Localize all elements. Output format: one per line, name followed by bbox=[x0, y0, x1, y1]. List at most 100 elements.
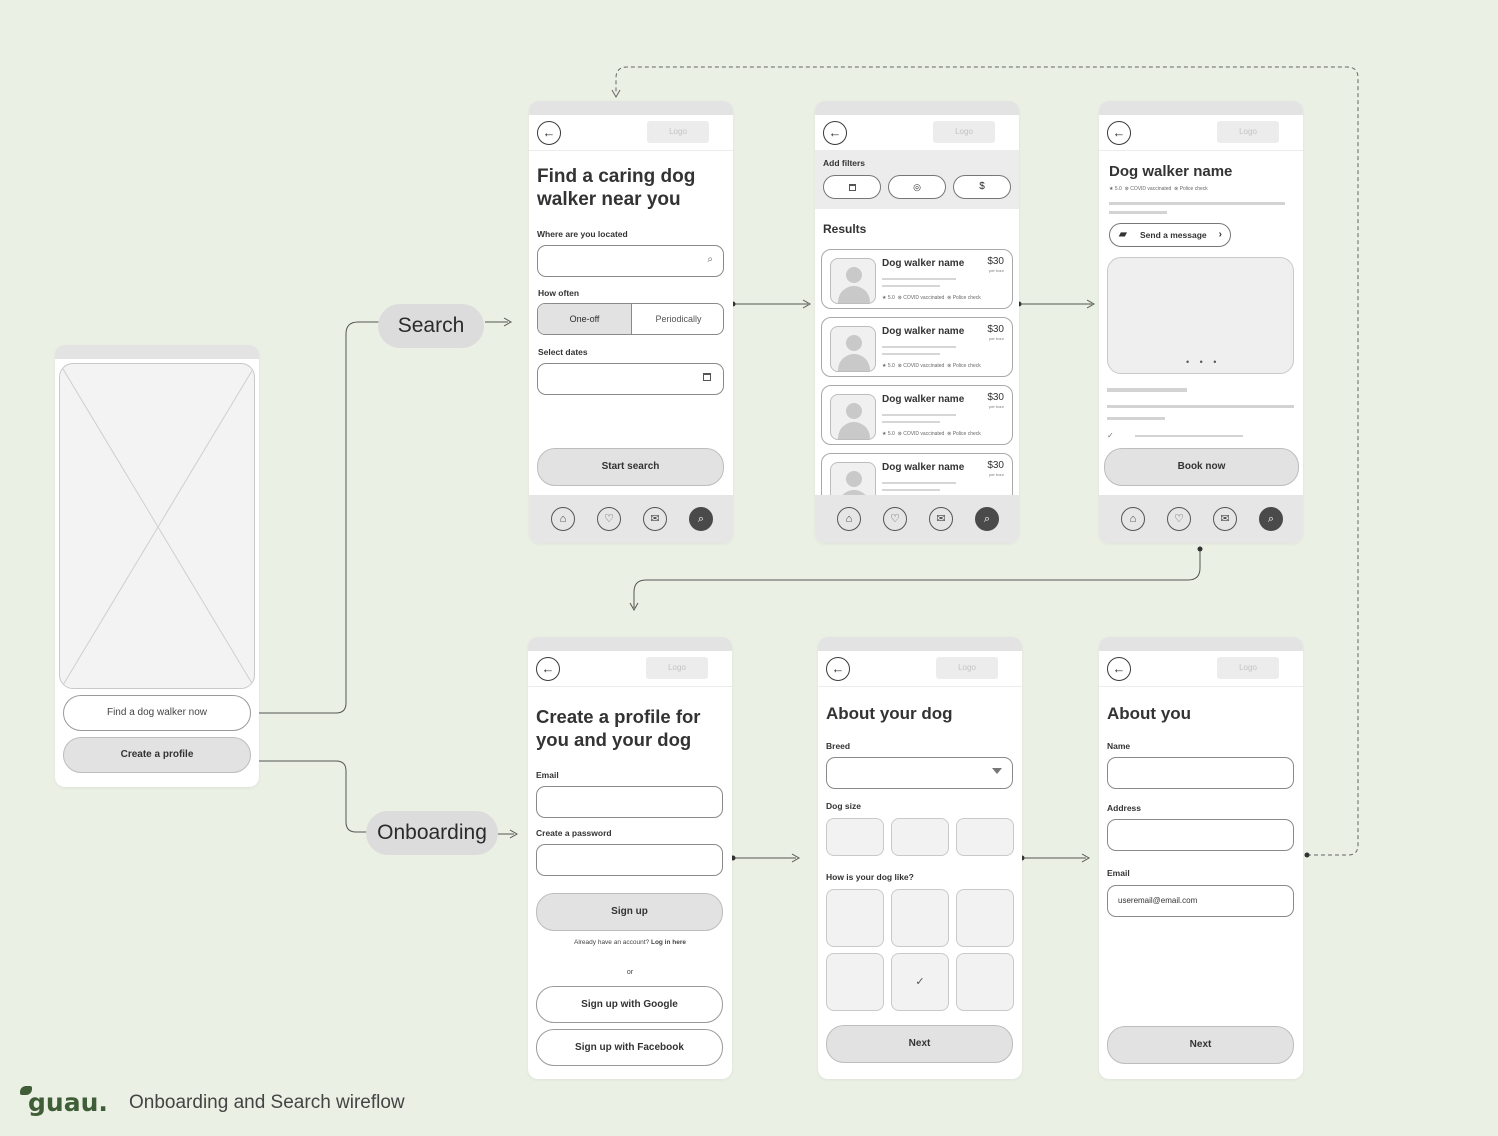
dates-input[interactable] bbox=[537, 363, 724, 395]
facebook-signup-button[interactable]: Sign up with Facebook bbox=[536, 1029, 723, 1066]
back-arrow-icon[interactable]: ← bbox=[823, 121, 847, 145]
size-label: Dog size bbox=[826, 801, 861, 811]
text-placeholder bbox=[882, 285, 940, 287]
covid-badge: COVID vaccinated bbox=[903, 431, 945, 437]
status-bar bbox=[1099, 101, 1303, 115]
trait-option[interactable] bbox=[956, 889, 1014, 947]
location-input[interactable]: ⌕ bbox=[537, 245, 724, 277]
back-arrow-icon[interactable]: ← bbox=[826, 657, 850, 681]
covid-badge: COVID vaccinated bbox=[1130, 186, 1172, 192]
trait-option[interactable] bbox=[826, 953, 884, 1011]
date-filter[interactable] bbox=[823, 175, 881, 199]
police-badge: Police check bbox=[952, 431, 981, 437]
photo-gallery[interactable]: • • • bbox=[1107, 257, 1294, 374]
home-icon[interactable]: ⌂ bbox=[1121, 507, 1145, 531]
check-icon: ✓ bbox=[1107, 431, 1114, 440]
price-unit: per hour bbox=[989, 268, 1004, 273]
text-placeholder bbox=[882, 489, 940, 491]
search-screen: ← Logo Find a caring dog walker near you … bbox=[529, 101, 733, 543]
chat-icon[interactable]: ✉ bbox=[1213, 507, 1237, 531]
walker-meta: ★ 5.0 ⊗ COVID vaccinated ⊗ Police check bbox=[882, 363, 981, 369]
heart-icon[interactable]: ♡ bbox=[1167, 507, 1191, 531]
find-walker-button[interactable]: Find a dog walker now bbox=[63, 695, 251, 731]
password-field[interactable] bbox=[536, 844, 723, 876]
logo: Logo bbox=[647, 121, 709, 143]
search-nav-icon[interactable]: ⌕ bbox=[975, 507, 999, 531]
chat-icon[interactable]: ✉ bbox=[929, 507, 953, 531]
segment-oneoff[interactable]: One-off bbox=[538, 304, 632, 334]
walker-card[interactable]: Dog walker name$30per hour★ 5.0 ⊗ COVID … bbox=[821, 249, 1013, 309]
about-dog-screen: ← Logo About your dog Breed Dog size How… bbox=[818, 637, 1022, 1079]
size-option-large[interactable] bbox=[956, 818, 1014, 856]
about-you-screen: ← Logo About you Name Address Email user… bbox=[1099, 637, 1303, 1079]
frequency-segmented-control: One-off Periodically bbox=[537, 303, 724, 335]
walker-name: Dog walker name bbox=[882, 462, 965, 473]
trait-option-selected[interactable]: ✓ bbox=[891, 953, 949, 1011]
back-arrow-icon[interactable]: ← bbox=[1107, 121, 1131, 145]
image-placeholder bbox=[59, 363, 255, 689]
create-profile-button[interactable]: Create a profile bbox=[63, 737, 251, 773]
police-icon: ⊗ bbox=[947, 295, 952, 301]
send-message-button[interactable]: ▰ Send a message › bbox=[1109, 223, 1231, 247]
rating: 5.0 bbox=[887, 431, 895, 437]
trait-option[interactable] bbox=[956, 953, 1014, 1011]
star-icon: ★ bbox=[882, 295, 887, 301]
signup-screen: ← Logo Create a profile for you and your … bbox=[528, 637, 732, 1079]
vaccine-icon: ⊗ bbox=[1124, 186, 1129, 192]
rating: 5.0 bbox=[887, 295, 895, 301]
home-icon[interactable]: ⌂ bbox=[551, 507, 575, 531]
police-icon: ⊗ bbox=[947, 363, 952, 369]
location-filter[interactable]: ◎ bbox=[888, 175, 946, 199]
star-icon: ★ bbox=[1109, 186, 1114, 192]
search-nav-icon[interactable]: ⌕ bbox=[689, 507, 713, 531]
walker-card[interactable]: Dog walker name$30per hour★ 5.0 ⊗ COVID … bbox=[821, 317, 1013, 377]
email-field[interactable]: useremail@email.com bbox=[1107, 885, 1294, 917]
walker-card[interactable]: Dog walker name$30per hour★ 5.0 ⊗ COVID … bbox=[821, 385, 1013, 445]
login-link[interactable]: Log in here bbox=[651, 939, 686, 946]
size-option-medium[interactable] bbox=[891, 818, 949, 856]
segment-periodically[interactable]: Periodically bbox=[632, 304, 723, 334]
check-icon: ✓ bbox=[915, 976, 925, 988]
price-filter[interactable]: $ bbox=[953, 175, 1011, 199]
text-placeholder bbox=[882, 421, 940, 423]
back-arrow-icon[interactable]: ← bbox=[536, 657, 560, 681]
walker-card[interactable]: Dog walker name$30per hour★ 5.0 ⊗ COVID … bbox=[821, 453, 1013, 495]
email-field[interactable] bbox=[536, 786, 723, 818]
title-line-1: Create a profile for bbox=[536, 706, 701, 727]
text-placeholder bbox=[1107, 405, 1294, 408]
bottom-nav: ⌂ ♡ ✉ ⌕ bbox=[815, 495, 1019, 543]
results-screen: ← Logo Add filters ◎ $ Results Dog walke… bbox=[815, 101, 1019, 543]
walker-meta: ★ 5.0 ⊗ COVID vaccinated ⊗ Police check bbox=[882, 295, 981, 301]
text-placeholder bbox=[1107, 388, 1187, 392]
flow-label-search: Search bbox=[378, 304, 484, 348]
chat-icon[interactable]: ✉ bbox=[643, 507, 667, 531]
heart-icon[interactable]: ♡ bbox=[883, 507, 907, 531]
signup-button[interactable]: Sign up bbox=[536, 893, 723, 931]
breed-label: Breed bbox=[826, 741, 851, 751]
back-arrow-icon[interactable]: ← bbox=[1107, 657, 1131, 681]
trait-option[interactable] bbox=[891, 889, 949, 947]
heart-icon[interactable]: ♡ bbox=[597, 507, 621, 531]
google-signup-button[interactable]: Sign up with Google bbox=[536, 986, 723, 1023]
search-nav-icon[interactable]: ⌕ bbox=[1259, 507, 1283, 531]
back-arrow-icon[interactable]: ← bbox=[537, 121, 561, 145]
name-field[interactable] bbox=[1107, 757, 1294, 789]
avatar-body bbox=[838, 422, 870, 439]
email-label: Email bbox=[1107, 868, 1130, 878]
address-field[interactable] bbox=[1107, 819, 1294, 851]
walker-meta: ★ 5.0 ⊗ COVID vaccinated ⊗ Police check bbox=[882, 431, 981, 437]
start-search-button[interactable]: Start search bbox=[537, 448, 724, 486]
text-placeholder bbox=[882, 482, 956, 484]
walker-name: Dog walker name bbox=[882, 326, 965, 337]
logo: Logo bbox=[933, 121, 995, 143]
size-option-small[interactable] bbox=[826, 818, 884, 856]
next-button[interactable]: Next bbox=[826, 1025, 1013, 1063]
avatar bbox=[830, 462, 876, 495]
vaccine-icon: ⊗ bbox=[897, 363, 902, 369]
logo: Logo bbox=[1217, 121, 1279, 143]
next-button[interactable]: Next bbox=[1107, 1026, 1294, 1064]
trait-option[interactable] bbox=[826, 889, 884, 947]
home-icon[interactable]: ⌂ bbox=[837, 507, 861, 531]
breed-select[interactable] bbox=[826, 757, 1013, 789]
book-now-button[interactable]: Book now bbox=[1104, 448, 1299, 486]
